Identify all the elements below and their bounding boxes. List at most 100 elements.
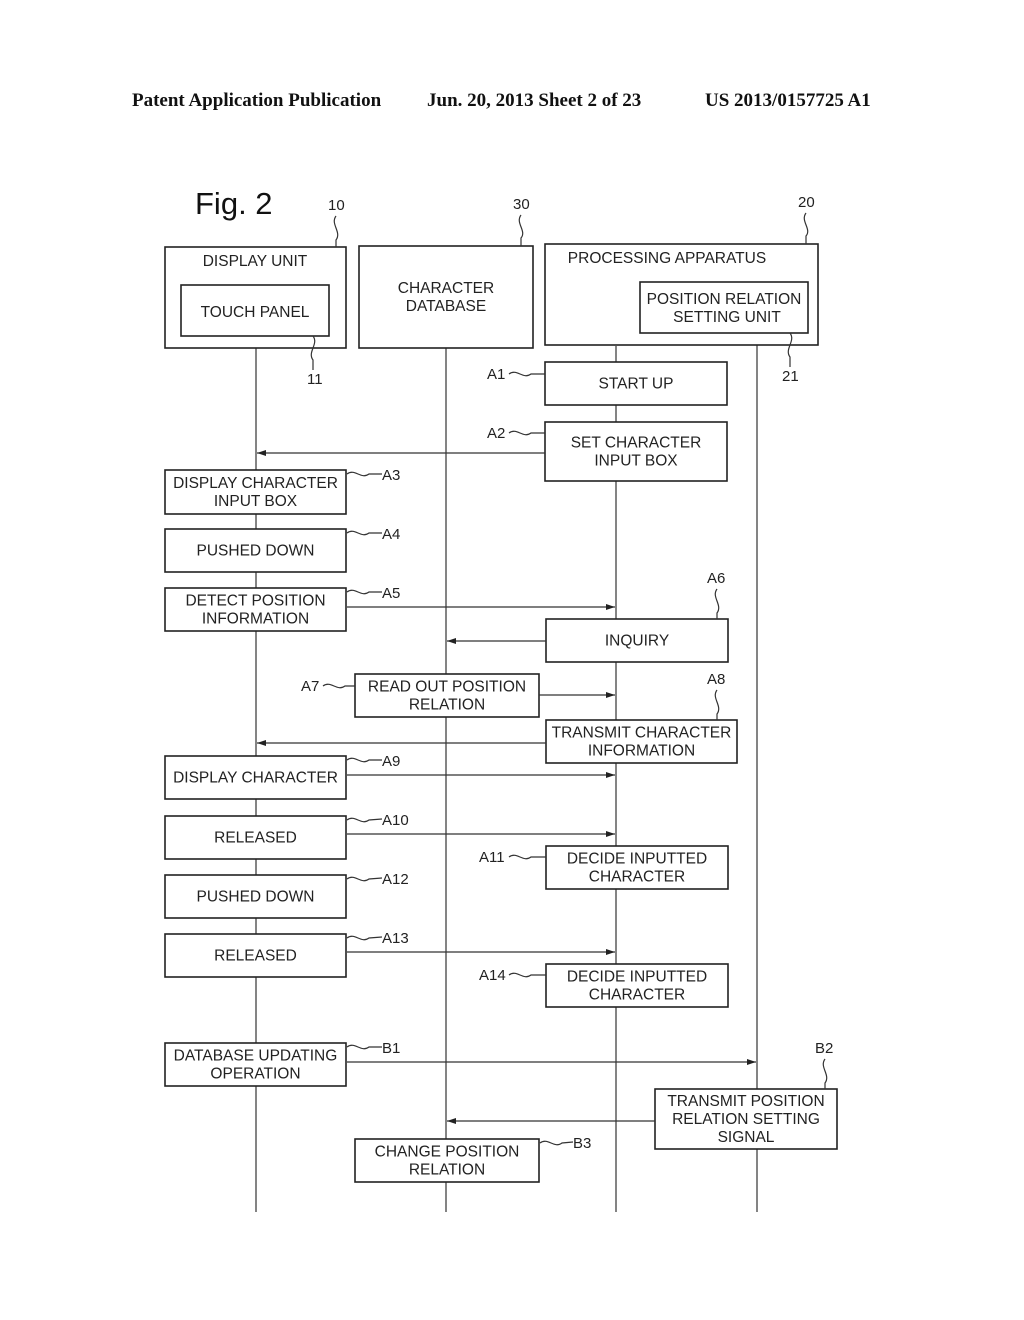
leader-a7 — [322, 683, 355, 689]
leader-a6 — [714, 588, 720, 619]
display-unit-label: DISPLAY UNIT — [203, 253, 308, 270]
step-text-a5-1: DETECT POSITION — [185, 593, 325, 610]
step-text-a6-1: INQUIRY — [605, 633, 669, 650]
step-ref-a2: A2 — [487, 425, 505, 442]
leader-b1 — [346, 1044, 382, 1050]
processing-apparatus-block: PROCESSING APPARATUS POSITION RELATION S… — [544, 243, 819, 346]
step-text-b1-1: DATABASE UPDATING — [174, 1048, 338, 1065]
touch-panel-label: TOUCH PANEL — [201, 304, 310, 321]
step-ref-a10: A10 — [382, 812, 409, 829]
step-text-b2-3: SIGNAL — [718, 1129, 775, 1146]
step-ref-b2: B2 — [815, 1040, 833, 1057]
step-a12: PUSHED DOWN A12 — [164, 871, 409, 919]
step-a2: SET CHARACTERINPUT BOX A2 — [487, 421, 728, 482]
leader-a4 — [346, 530, 382, 536]
leader-a14 — [508, 972, 546, 978]
step-text-a12-1: PUSHED DOWN — [197, 889, 315, 906]
step-a9: DISPLAY CHARACTER A9 — [164, 753, 400, 800]
step-a14: DECIDE INPUTTEDCHARACTER A14 — [479, 963, 729, 1008]
step-text-b2-2: RELATION SETTING — [672, 1111, 820, 1128]
step-ref-a1: A1 — [487, 366, 505, 383]
sequence-diagram: Fig. 2 DISPLAY UNIT TOUCH PANEL CHARACTE… — [164, 186, 838, 1212]
step-a3: DISPLAY CHARACTERINPUT BOX A3 — [164, 467, 400, 515]
step-text-a3-2: INPUT BOX — [214, 493, 298, 510]
step-text-a3-1: DISPLAY CHARACTER — [173, 475, 338, 492]
leader-a1 — [508, 371, 545, 377]
character-database-block: CHARACTER DATABASE — [358, 245, 534, 349]
step-a1: START UP A1 — [487, 361, 728, 406]
step-a6: INQUIRY A6 — [545, 570, 729, 663]
character-database-line-1: CHARACTER — [398, 280, 494, 297]
leader-a11 — [508, 854, 546, 860]
leader-a8 — [714, 689, 720, 720]
step-text-a2-1: SET CHARACTER — [571, 435, 702, 452]
step-ref-a7: A7 — [301, 678, 319, 695]
step-text-b2-1: TRANSMIT POSITION — [667, 1093, 824, 1110]
step-text-a7-2: RELATION — [409, 697, 485, 714]
step-ref-a11: A11 — [479, 849, 505, 866]
step-ref-a6: A6 — [707, 570, 725, 587]
step-text-b3-1: CHANGE POSITION — [375, 1144, 520, 1161]
step-ref-a8: A8 — [707, 671, 725, 688]
ref-30: 30 — [513, 196, 530, 213]
step-a5: DETECT POSITIONINFORMATION A5 — [164, 585, 400, 632]
step-ref-a9: A9 — [382, 753, 400, 770]
leader-a12 — [346, 876, 383, 882]
step-ref-a12: A12 — [382, 871, 409, 888]
step-text-a11-1: DECIDE INPUTTED — [567, 851, 707, 868]
leader-a13 — [346, 935, 383, 941]
step-ref-a5: A5 — [382, 585, 400, 602]
step-text-a11-2: CHARACTER — [589, 869, 685, 886]
step-a10: RELEASED A10 — [164, 812, 409, 860]
step-ref-a14: A14 — [479, 967, 506, 984]
step-text-a14-2: CHARACTER — [589, 987, 685, 1004]
leader-b2 — [822, 1058, 828, 1089]
leader-a9 — [346, 757, 382, 763]
display-unit-block: DISPLAY UNIT TOUCH PANEL — [164, 246, 347, 349]
step-b1: DATABASE UPDATINGOPERATION B1 — [164, 1040, 400, 1087]
step-b2: TRANSMIT POSITIONRELATION SETTINGSIGNAL B… — [654, 1040, 838, 1150]
leader-a2 — [508, 430, 545, 436]
step-text-b1-2: OPERATION — [210, 1066, 300, 1083]
step-ref-a13: A13 — [382, 930, 409, 947]
step-b3: CHANGE POSITIONRELATION B3 — [354, 1135, 591, 1183]
ref-11: 11 — [307, 371, 323, 388]
step-text-a1-1: START UP — [599, 376, 674, 393]
ref-20: 20 — [798, 194, 815, 211]
leader-20 — [803, 212, 809, 244]
step-a7: READ OUT POSITIONRELATION A7 — [301, 673, 540, 718]
step-text-a7-1: READ OUT POSITION — [368, 679, 526, 696]
position-relation-line-2: SETTING UNIT — [673, 309, 781, 326]
step-text-a8-2: INFORMATION — [588, 743, 695, 760]
step-box-a2 — [544, 421, 728, 482]
step-text-a14-1: DECIDE INPUTTED — [567, 969, 707, 986]
step-ref-a3: A3 — [382, 467, 400, 484]
leader-a10 — [346, 817, 383, 823]
step-ref-a4: A4 — [382, 526, 400, 543]
leader-10 — [333, 215, 339, 247]
step-ref-b3: B3 — [573, 1135, 591, 1152]
step-text-a9-1: DISPLAY CHARACTER — [173, 770, 338, 787]
step-text-a10-1: RELEASED — [214, 830, 297, 847]
step-text-a4-1: PUSHED DOWN — [197, 543, 315, 560]
step-a4: PUSHED DOWN A4 — [164, 526, 400, 573]
step-ref-b1: B1 — [382, 1040, 400, 1057]
step-text-a5-2: INFORMATION — [202, 611, 309, 628]
step-text-b3-2: RELATION — [409, 1162, 485, 1179]
leader-b3 — [539, 1140, 574, 1146]
step-text-a13-1: RELEASED — [214, 948, 297, 965]
step-a8: TRANSMIT CHARACTERINFORMATION A8 — [545, 671, 738, 764]
step-text-a8-1: TRANSMIT CHARACTER — [552, 725, 732, 742]
step-a13: RELEASED A13 — [164, 930, 409, 978]
character-database-line-2: DATABASE — [406, 298, 486, 315]
leader-30 — [518, 214, 524, 246]
processing-apparatus-label: PROCESSING APPARATUS — [568, 250, 766, 267]
step-a11: DECIDE INPUTTEDCHARACTER A11 — [479, 845, 729, 890]
ref-21: 21 — [782, 368, 799, 385]
figure-title: Fig. 2 — [195, 186, 273, 221]
position-relation-line-1: POSITION RELATION — [647, 291, 802, 308]
leader-a5 — [346, 589, 382, 595]
ref-10: 10 — [328, 197, 345, 214]
leader-a3 — [346, 471, 382, 477]
step-text-a2-2: INPUT BOX — [594, 453, 678, 470]
